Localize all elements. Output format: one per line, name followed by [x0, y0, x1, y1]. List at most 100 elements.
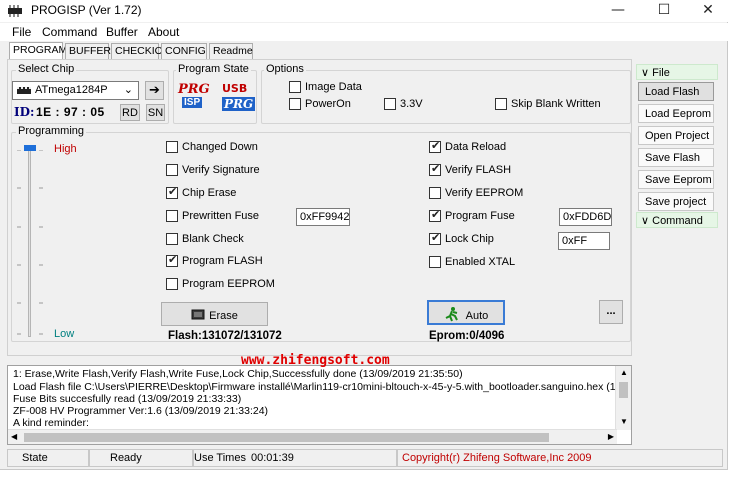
- program-flash-label: Program FLASH: [182, 255, 263, 267]
- prg-isp-indicator: PRG: [178, 82, 210, 97]
- checkbox-box: [384, 98, 396, 110]
- usb-indicator: USB: [222, 82, 248, 95]
- status-time-value: 00:01:39: [247, 449, 397, 467]
- chip-select-value: ATmega1284P: [35, 84, 108, 96]
- programming-label: Programming: [16, 125, 87, 137]
- save-flash-button[interactable]: Save Flash: [638, 148, 714, 167]
- log-panel[interactable]: 1: Erase,Write Flash,Verify Flash,Write …: [7, 365, 632, 445]
- log-line: Fuse Bits succesfully read (13/09/2019 2…: [13, 393, 242, 405]
- side-panel: ∨ File Load Flash Load Eeprom Open Proje…: [634, 62, 720, 457]
- menu-command[interactable]: Command: [42, 25, 97, 39]
- prewritten-fuse-label: Prewritten Fuse: [182, 210, 260, 222]
- rd-button[interactable]: RD: [120, 104, 140, 121]
- verify-flash-label: Verify FLASH: [445, 164, 512, 176]
- save-eeprom-button[interactable]: Save Eeprom: [638, 170, 714, 189]
- load-flash-button[interactable]: Load Flash: [638, 82, 714, 101]
- slider-high-label: High: [54, 143, 77, 155]
- checkbox-box: [289, 98, 301, 110]
- scroll-down-icon[interactable]: ▼: [620, 417, 628, 426]
- checkbox-box: [429, 187, 441, 199]
- sn-button[interactable]: SN: [146, 104, 165, 121]
- open-project-button[interactable]: Open Project: [638, 126, 714, 145]
- isp-badge: ISP: [182, 97, 203, 108]
- save-project-button[interactable]: Save project: [638, 192, 714, 211]
- auto-button[interactable]: Auto: [427, 300, 505, 325]
- verify-signature-label: Verify Signature: [182, 164, 260, 176]
- menu-file[interactable]: File: [12, 25, 31, 39]
- menu-about[interactable]: About: [148, 25, 179, 39]
- program-state-label: Program State: [176, 63, 251, 75]
- scroll-left-icon[interactable]: ◀: [11, 432, 17, 441]
- running-man-icon: [445, 307, 458, 322]
- program-fuse-label: Program Fuse: [445, 210, 515, 222]
- side-file-header[interactable]: ∨ File: [636, 64, 718, 80]
- v33-label: 3.3V: [400, 98, 423, 110]
- chip-erase-label: Chip Erase: [182, 187, 237, 199]
- chip-icon: [17, 86, 31, 94]
- lock-chip-label: Lock Chip: [445, 233, 494, 245]
- tab-program[interactable]: PROGRAM: [9, 42, 67, 60]
- scroll-up-icon[interactable]: ▲: [620, 368, 628, 377]
- side-command-label: Command: [652, 215, 703, 227]
- program-eeprom-label: Program EEPROM: [182, 278, 275, 290]
- scroll-right-icon[interactable]: ▶: [608, 432, 614, 441]
- eprom-size: Eprom:0/4096: [429, 330, 505, 342]
- side-command-header[interactable]: ∨ Command: [636, 212, 718, 228]
- lock-value[interactable]: 0xFF: [558, 232, 610, 250]
- image-data-label: Image Data: [305, 81, 362, 93]
- expand-icon: ∨: [641, 215, 650, 227]
- title-bar: PROGISP (Ver 1.72) — ☐ ✕: [0, 0, 728, 22]
- h-scroll-thumb[interactable]: [24, 433, 549, 442]
- minimize-button[interactable]: —: [598, 0, 638, 22]
- tab-checkio[interactable]: CHECKIO: [111, 43, 163, 59]
- checkbox-box: [166, 210, 178, 222]
- checkbox-box: [166, 141, 178, 153]
- log-line: 1: Erase,Write Flash,Verify Flash,Write …: [13, 368, 463, 380]
- progisp-window: PROGISP (Ver 1.72) — ☐ ✕ File Command Bu…: [0, 0, 728, 470]
- checkbox-box: [429, 231, 441, 245]
- checkbox-box: [429, 162, 441, 176]
- flash-size: Flash:131072/131072: [168, 330, 282, 342]
- log-line: A kind reminder:: [13, 417, 89, 429]
- slider-low-label: Low: [54, 328, 75, 340]
- chip-select[interactable]: ATmega1284P ⌄: [12, 81, 139, 100]
- maximize-button[interactable]: ☐: [644, 0, 684, 22]
- log-horizontal-scrollbar[interactable]: ◀ ▶: [8, 429, 617, 444]
- watermark-url: www.zhifengsoft.com: [241, 353, 390, 368]
- status-copyright: Copyright(r) Zhifeng Software,Inc 2009: [397, 449, 723, 467]
- prg-usb-badge: PRG: [222, 97, 256, 111]
- checkbox-box: [166, 278, 178, 290]
- scroll-thumb[interactable]: [619, 382, 628, 398]
- erase-label: Erase: [209, 310, 238, 322]
- log-line: Load Flash file C:\Users\PIERRE\Desktop\…: [13, 381, 632, 393]
- slider-ticks: [17, 150, 43, 335]
- log-vertical-scrollbar[interactable]: ▲ ▼: [615, 366, 631, 430]
- window-title: PROGISP (Ver 1.72): [31, 3, 142, 17]
- tab-readme[interactable]: Readme: [209, 43, 253, 59]
- checkbox-box: [429, 139, 441, 153]
- tab-buffer[interactable]: BUFFER: [65, 43, 111, 59]
- status-bar: State Ready Use Times 00:01:39 Copyright…: [7, 449, 723, 467]
- fuse-value[interactable]: 0xFDD6DC: [559, 208, 612, 226]
- load-eeprom-button[interactable]: Load Eeprom: [638, 104, 714, 123]
- close-button[interactable]: ✕: [688, 0, 728, 22]
- log-line: ZF-008 HV Programmer Ver:1.6 (13/09/2019…: [13, 405, 269, 417]
- prewritten-fuse-value[interactable]: 0xFF9942: [296, 208, 350, 226]
- arrow-right-icon: ➔: [149, 82, 160, 97]
- erase-button[interactable]: Erase: [161, 302, 268, 326]
- collapse-icon: ∨: [641, 67, 650, 79]
- checkbox-box: [166, 233, 178, 245]
- enabled-xtal-label: Enabled XTAL: [445, 256, 516, 268]
- more-options-button[interactable]: ...: [599, 300, 623, 324]
- skip-blank-label: Skip Blank Written: [511, 98, 601, 110]
- blank-check-label: Blank Check: [182, 233, 244, 245]
- chip-id-value: 1E : 97 : 05: [36, 105, 105, 119]
- options-label: Options: [264, 63, 306, 75]
- arrow-right-button[interactable]: ➔: [145, 81, 164, 100]
- verify-eeprom-label: Verify EEPROM: [445, 187, 524, 199]
- id-label: ID:: [14, 105, 35, 119]
- chevron-down-icon: ⌄: [123, 84, 133, 96]
- menu-buffer[interactable]: Buffer: [106, 25, 138, 39]
- tab-config[interactable]: CONFIG: [161, 43, 207, 59]
- options-group: Options: [261, 63, 631, 124]
